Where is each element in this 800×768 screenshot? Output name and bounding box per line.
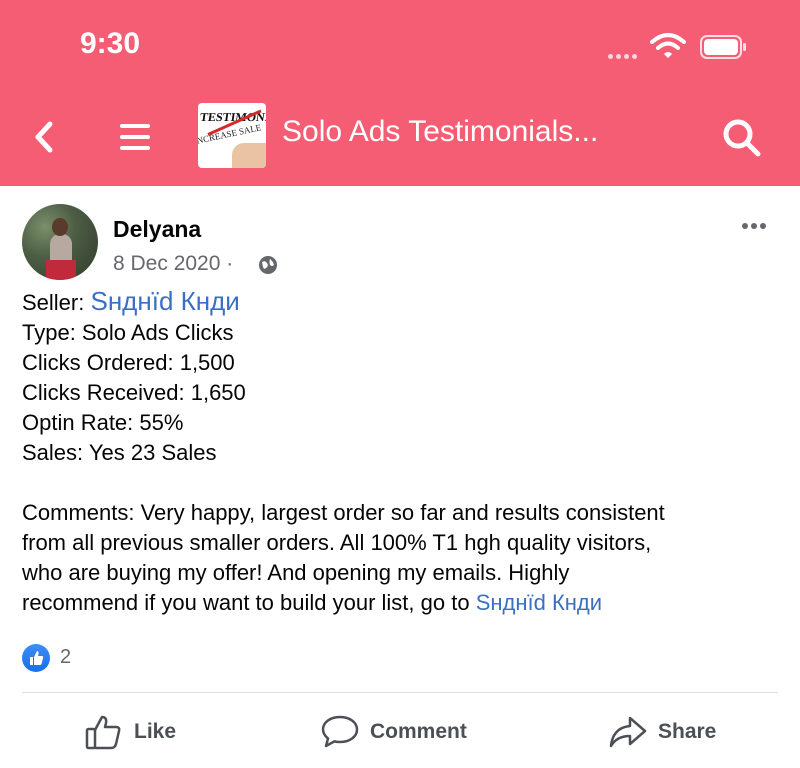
avatar[interactable]: [22, 204, 98, 280]
more-options-icon[interactable]: [742, 216, 769, 234]
status-time: 9:30: [80, 27, 141, 60]
post-date[interactable]: 8 Dec 2020 ·: [113, 252, 233, 276]
signal-icon: [608, 46, 640, 64]
like-label: Like: [134, 720, 177, 743]
share-label: Share: [658, 720, 717, 743]
share-button[interactable]: Share: [608, 712, 716, 752]
detail-type: Type: Solo Ads Clicks: [22, 320, 234, 345]
comment-line-4-text: recommend if you want to build your list…: [22, 590, 470, 615]
comment-line-3: who are buying my offer! And opening my …: [22, 560, 570, 585]
seller-line: Seller: Sнднїd Кнди: [22, 286, 792, 318]
thumbs-up-icon: [85, 715, 121, 750]
detail-clicks-received: Clicks Received: 1,650: [22, 380, 246, 405]
seller-mention-link[interactable]: Sнднїd Кнди: [476, 590, 602, 615]
seller-label: Seller:: [22, 290, 85, 315]
globe-icon: [259, 256, 277, 274]
group-title[interactable]: Solo Ads Testimonials...: [282, 115, 598, 149]
menu-icon[interactable]: [112, 118, 152, 156]
top-bar: 9:30 TESTIMONIAL NCREASE SALE Solo Ads T…: [0, 0, 800, 186]
comment-line-4: recommend if you want to build your list…: [22, 588, 792, 618]
detail-sales: Sales: Yes 23 Sales: [22, 440, 217, 465]
group-thumbnail[interactable]: TESTIMONIAL NCREASE SALE: [198, 103, 266, 168]
seller-link[interactable]: Sнднїd Кнди: [90, 286, 239, 316]
thumbnail-hand: [232, 143, 266, 168]
comment-line-1: Comments: Very happy, largest order so f…: [22, 500, 665, 525]
comment-label: Comment: [370, 720, 467, 743]
reaction-count: 2: [60, 646, 72, 668]
avatar-dress: [46, 260, 76, 280]
comment-icon: [321, 715, 359, 748]
like-button[interactable]: Like: [84, 712, 176, 752]
battery-icon: [700, 35, 746, 59]
detail-clicks-ordered: Clicks Ordered: 1,500: [22, 350, 235, 375]
detail-optin-rate: Optin Rate: 55%: [22, 410, 184, 435]
author-name[interactable]: Delyana: [113, 216, 201, 243]
divider: [22, 692, 778, 693]
search-icon[interactable]: [720, 116, 762, 158]
back-icon[interactable]: [30, 118, 62, 156]
post-body: Seller: Sнднїd Кнди Type: Solo Ads Click…: [22, 286, 792, 618]
like-reaction-icon: [22, 644, 50, 672]
wifi-icon: [650, 33, 686, 58]
comment-line-2: from all previous smaller orders. All 10…: [22, 530, 652, 555]
comment-button[interactable]: Comment: [320, 712, 467, 752]
share-icon: [609, 716, 647, 748]
avatar-head: [52, 218, 68, 236]
